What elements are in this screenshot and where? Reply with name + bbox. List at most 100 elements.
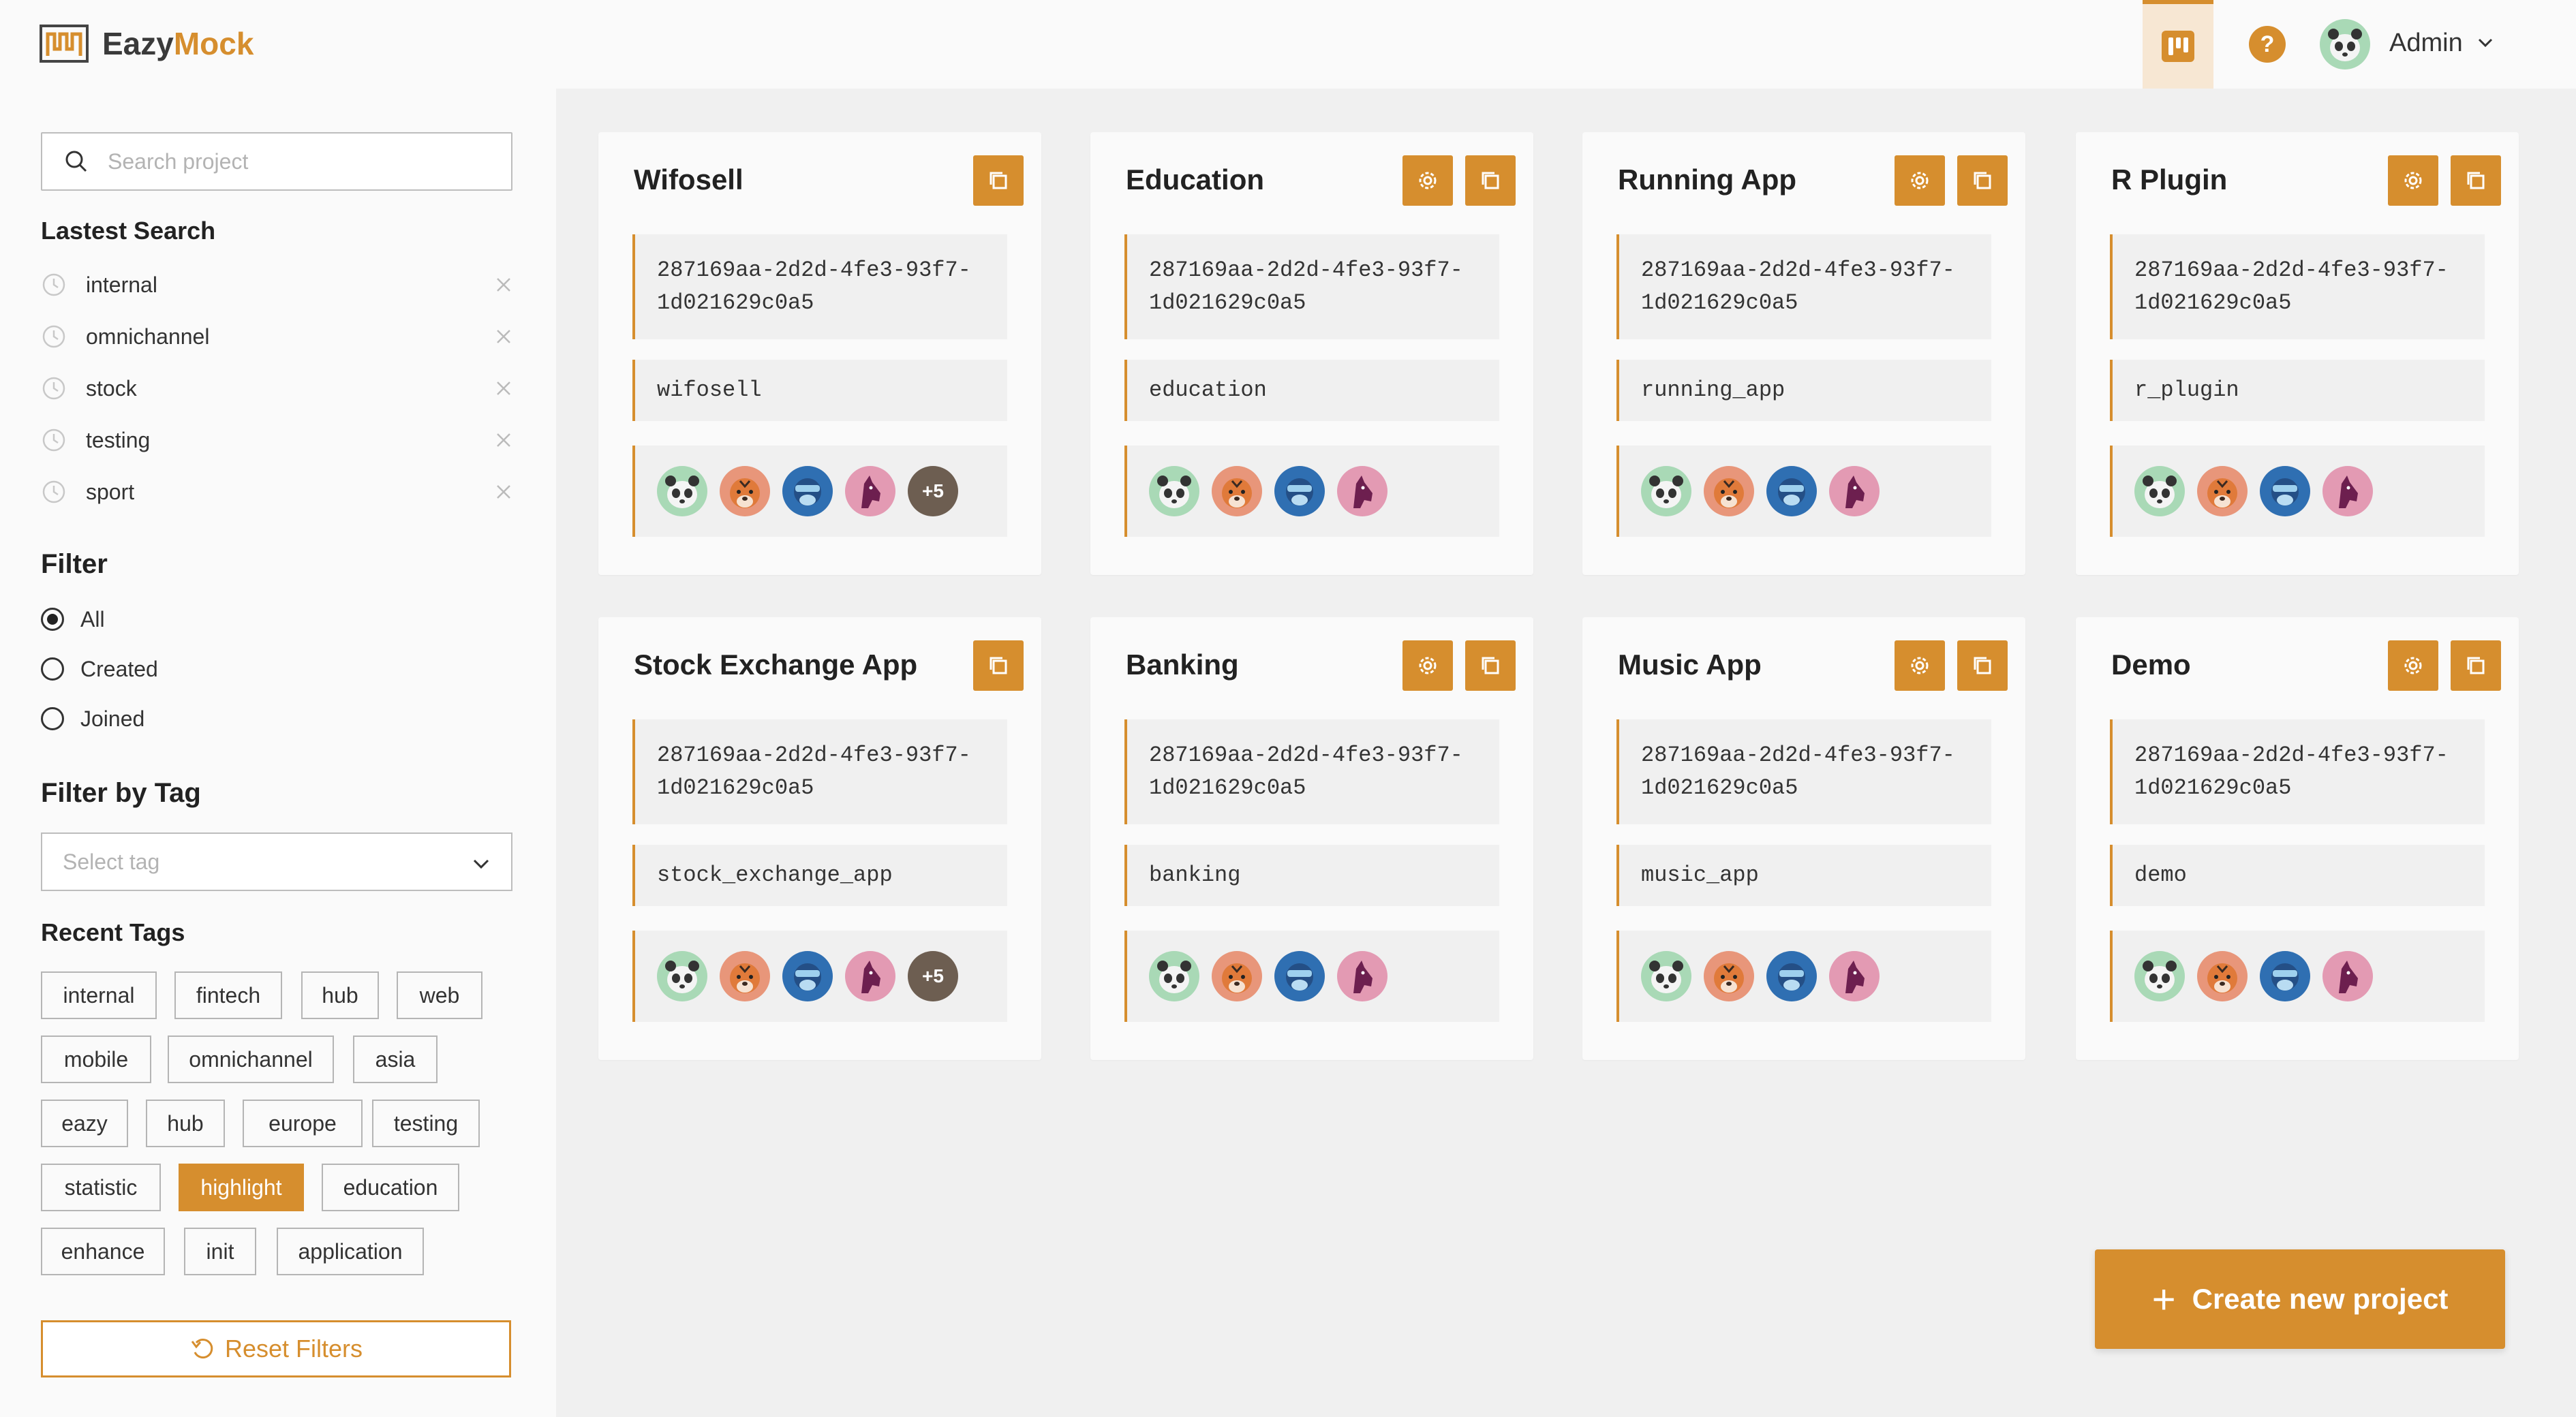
copy-button[interactable] [1957, 640, 2008, 691]
tag-chip[interactable]: init [184, 1228, 256, 1275]
tag-chip[interactable]: hub [301, 971, 379, 1019]
tag-chip[interactable]: enhance [41, 1228, 165, 1275]
board-view-button[interactable] [2143, 0, 2213, 89]
help-icon[interactable]: ? [2249, 26, 2286, 63]
tag-chip[interactable]: mobile [41, 1036, 151, 1083]
member-avatar[interactable] [657, 951, 707, 1001]
copy-button[interactable] [1957, 155, 2008, 206]
copy-button[interactable] [2451, 155, 2501, 206]
tag-chip[interactable]: fintech [174, 971, 282, 1019]
project-card[interactable]: Running App 287169aa-2d2d-4fe3-93f7- 1d02… [1582, 132, 2025, 575]
remove-search-icon[interactable] [495, 483, 512, 501]
copy-button[interactable] [973, 640, 1024, 691]
member-avatar[interactable] [2260, 466, 2310, 516]
settings-button[interactable] [1895, 640, 1945, 691]
tag-chip[interactable]: asia [353, 1036, 438, 1083]
member-avatar[interactable] [782, 951, 833, 1001]
project-title[interactable]: R Plugin [2111, 164, 2227, 196]
member-avatar[interactable] [2197, 951, 2248, 1001]
member-avatar[interactable] [1149, 466, 1199, 516]
project-title[interactable]: Music App [1618, 649, 1762, 681]
app-logo[interactable]: EazyMock [40, 25, 254, 63]
tag-select[interactable]: Select tag [41, 832, 512, 891]
member-avatar[interactable] [1274, 951, 1325, 1001]
member-avatar[interactable] [1212, 951, 1262, 1001]
tag-chip[interactable]: omnichannel [168, 1036, 334, 1083]
latest-search-item[interactable]: omnichannel [41, 317, 512, 356]
create-project-button[interactable]: + Create new project [2095, 1249, 2505, 1349]
project-card[interactable]: Stock Exchange App 287169aa-2d2d-4fe3-93f… [598, 617, 1041, 1060]
member-avatar[interactable] [1829, 466, 1880, 516]
tag-chip[interactable]: highlight [179, 1164, 304, 1211]
project-title[interactable]: Education [1126, 164, 1264, 196]
settings-button[interactable] [1402, 155, 1453, 206]
member-avatar[interactable] [2322, 951, 2373, 1001]
member-avatar[interactable] [1704, 951, 1754, 1001]
member-avatar[interactable] [1641, 951, 1691, 1001]
member-avatar[interactable] [2260, 951, 2310, 1001]
latest-search-item[interactable]: stock [41, 369, 512, 407]
member-avatar[interactable] [1149, 951, 1199, 1001]
project-title[interactable]: Stock Exchange App [634, 649, 917, 681]
member-avatar[interactable] [1641, 466, 1691, 516]
project-title[interactable]: Banking [1126, 649, 1239, 681]
tag-chip[interactable]: europe [243, 1100, 363, 1147]
member-avatar[interactable] [2134, 466, 2185, 516]
member-avatar[interactable] [1274, 466, 1325, 516]
member-avatar[interactable] [845, 951, 895, 1001]
filter-radio-all[interactable]: All [41, 602, 105, 636]
settings-button[interactable] [2388, 155, 2438, 206]
member-avatar[interactable] [1766, 466, 1817, 516]
member-avatar[interactable] [1829, 951, 1880, 1001]
project-card[interactable]: Banking 287169aa-2d2d-4fe3-93f7- 1d021629… [1090, 617, 1533, 1060]
project-card[interactable]: Demo 287169aa-2d2d-4fe3-93f7- 1d021629c0a… [2076, 617, 2519, 1060]
settings-button[interactable] [1402, 640, 1453, 691]
tag-chip[interactable]: hub [146, 1100, 225, 1147]
remove-search-icon[interactable] [495, 328, 512, 345]
tag-chip[interactable]: internal [41, 971, 157, 1019]
tag-chip[interactable]: statistic [41, 1164, 161, 1211]
member-avatar[interactable] [1766, 951, 1817, 1001]
member-avatar[interactable] [845, 466, 895, 516]
member-avatar[interactable] [782, 466, 833, 516]
project-card[interactable]: R Plugin 287169aa-2d2d-4fe3-93f7- 1d02162… [2076, 132, 2519, 575]
project-card[interactable]: Music App 287169aa-2d2d-4fe3-93f7- 1d0216… [1582, 617, 2025, 1060]
user-name[interactable]: Admin [2389, 29, 2463, 58]
chevron-down-icon[interactable] [2475, 33, 2496, 53]
project-card[interactable]: Education 287169aa-2d2d-4fe3-93f7- 1d0216… [1090, 132, 1533, 575]
tag-chip[interactable]: eazy [41, 1100, 128, 1147]
more-members-badge[interactable]: +5 [908, 466, 958, 516]
copy-button[interactable] [973, 155, 1024, 206]
remove-search-icon[interactable] [495, 431, 512, 449]
project-card[interactable]: Wifosell 287169aa-2d2d-4fe3-93f7- 1d02162… [598, 132, 1041, 575]
tag-chip[interactable]: testing [372, 1100, 480, 1147]
copy-button[interactable] [1465, 640, 1516, 691]
member-avatar[interactable] [720, 951, 770, 1001]
latest-search-item[interactable]: sport [41, 473, 512, 511]
more-members-badge[interactable]: +5 [908, 951, 958, 1001]
remove-search-icon[interactable] [495, 379, 512, 397]
search-box[interactable] [41, 132, 512, 191]
member-avatar[interactable] [2134, 951, 2185, 1001]
member-avatar[interactable] [2322, 466, 2373, 516]
tag-chip[interactable]: education [322, 1164, 459, 1211]
project-title[interactable]: Running App [1618, 164, 1796, 196]
member-avatar[interactable] [1337, 466, 1387, 516]
settings-button[interactable] [1895, 155, 1945, 206]
filter-radio-created[interactable]: Created [41, 652, 158, 686]
latest-search-item[interactable]: testing [41, 421, 512, 459]
tag-chip[interactable]: application [277, 1228, 424, 1275]
project-title[interactable]: Demo [2111, 649, 2191, 681]
copy-button[interactable] [2451, 640, 2501, 691]
reset-filters-button[interactable]: Reset Filters [41, 1320, 511, 1377]
user-avatar[interactable] [2320, 19, 2370, 69]
member-avatar[interactable] [720, 466, 770, 516]
settings-button[interactable] [2388, 640, 2438, 691]
member-avatar[interactable] [1212, 466, 1262, 516]
member-avatar[interactable] [1704, 466, 1754, 516]
latest-search-item[interactable]: internal [41, 266, 512, 304]
filter-radio-joined[interactable]: Joined [41, 702, 144, 736]
member-avatar[interactable] [657, 466, 707, 516]
project-title[interactable]: Wifosell [634, 164, 743, 196]
tag-chip[interactable]: web [397, 971, 482, 1019]
